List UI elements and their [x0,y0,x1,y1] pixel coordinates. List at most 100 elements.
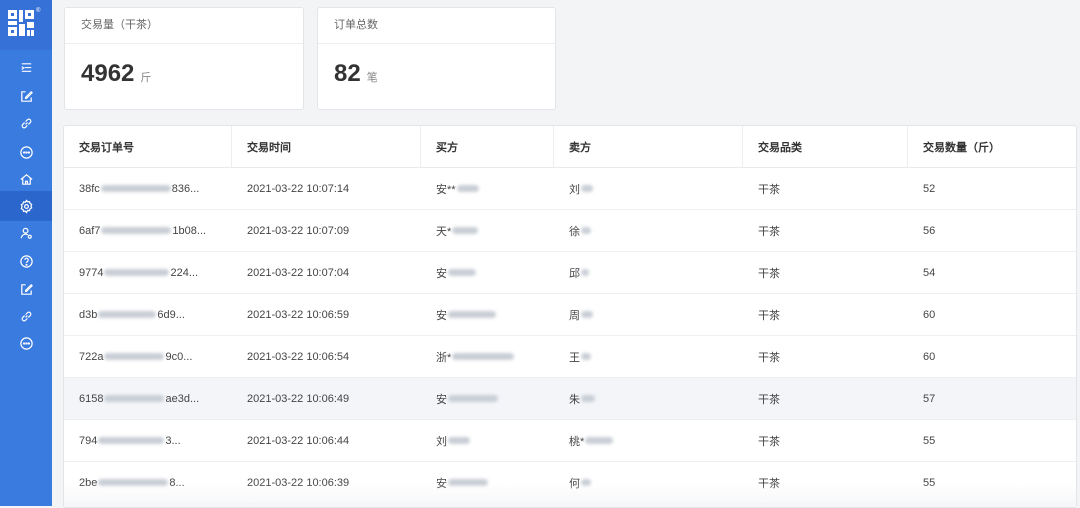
table-row[interactable]: 722a 9c0... 2021-03-22 10:06:54 浙* 王干茶 60 [64,335,1076,378]
stat-value: 82 [334,60,361,87]
cell-seller: 何 [554,461,743,504]
cell-seller: 王 [554,335,743,378]
cell-category: 干茶 [743,335,908,378]
column-header-seller[interactable]: 卖方 [554,126,743,168]
masked-text [452,353,515,360]
stat-unit: 笔 [366,72,378,84]
masked-text [98,479,169,486]
cell-quantity: 55 [908,461,1076,504]
cell-category: 干茶 [743,461,908,504]
cell-category: 干茶 [743,167,908,210]
masked-text [581,227,591,234]
cell-seller: 桃* [554,419,743,462]
table-header-row: 交易订单号 交易时间 买方 卖方 交易品类 交易数量（斤） [64,126,1076,168]
stat-card-volume: 交易量（干茶） 4962 斤 [64,7,304,110]
column-header-order-id[interactable]: 交易订单号 [64,126,232,168]
orders-table: 交易订单号 交易时间 买方 卖方 交易品类 交易数量（斤） 38fc 836...… [64,126,1076,504]
cell-time: 2021-03-22 10:06:54 [232,335,421,378]
sidebar-item-message[interactable] [0,328,52,358]
column-header-time[interactable]: 交易时间 [232,126,421,168]
masked-text [104,269,170,276]
cell-quantity: 52 [908,167,1076,210]
column-header-quantity[interactable]: 交易数量（斤） [908,126,1076,168]
cell-time: 2021-03-22 10:06:49 [232,377,421,420]
cell-seller: 周 [554,293,743,336]
masked-text [98,311,157,318]
cell-quantity: 56 [908,209,1076,252]
cell-buyer: 刘 [421,419,554,462]
sidebar-item-menu-fold[interactable] [0,52,52,82]
masked-text [104,395,165,402]
edit-icon [19,89,34,104]
cell-quantity: 57 [908,377,1076,420]
masked-text [448,479,488,486]
masked-text [104,353,165,360]
cell-category: 干茶 [743,419,908,462]
cell-time: 2021-03-22 10:06:59 [232,293,421,336]
gear-icon [19,198,34,214]
qr-logo-icon[interactable] [8,10,34,36]
table-row[interactable]: 6158 ae3d... 2021-03-22 10:06:49 安朱干茶 57 [64,377,1076,420]
table-row[interactable]: 794 3... 2021-03-22 10:06:44 刘桃* 干茶 55 [64,419,1076,462]
sidebar: ® [0,0,52,506]
masked-text [581,353,591,360]
cell-order-id: 38fc 836... [64,167,232,210]
cell-order-id: 6158 ae3d... [64,377,232,420]
cell-order-id: 6af7 1b08... [64,209,232,252]
masked-text [101,227,172,234]
home-icon [19,172,34,187]
cell-seller: 徐 [554,209,743,252]
masked-text [581,395,595,402]
sidebar-item-help[interactable] [0,246,52,276]
table-row[interactable]: 6af7 1b08... 2021-03-22 10:07:09 天* 徐干茶 56 [64,209,1076,252]
cell-quantity: 54 [908,251,1076,294]
stat-title: 订单总数 [334,19,378,31]
cell-buyer: 安** [421,167,554,210]
table-row[interactable]: 2be 8... 2021-03-22 10:06:39 安何干茶 55 [64,461,1076,504]
cell-seller: 朱 [554,377,743,420]
link-icon [19,116,34,131]
column-header-buyer[interactable]: 买方 [421,126,554,168]
masked-text [448,269,476,276]
orders-table-panel: 交易订单号 交易时间 买方 卖方 交易品类 交易数量（斤） 38fc 836...… [63,125,1077,508]
cell-order-id: 9774 224... [64,251,232,294]
sidebar-item-user-settings[interactable] [0,218,52,248]
sidebar-item-gear[interactable] [0,191,52,221]
sidebar-item-edit[interactable] [0,81,52,111]
masked-text [448,311,496,318]
column-header-category[interactable]: 交易品类 [743,126,908,168]
cell-buyer: 安 [421,251,554,294]
message-icon [19,336,34,351]
cell-buyer: 安 [421,461,554,504]
menu-fold-icon [19,60,34,75]
cell-buyer: 安 [421,377,554,420]
masked-text [581,269,589,276]
cell-category: 干茶 [743,251,908,294]
table-row[interactable]: 38fc 836... 2021-03-22 10:07:14 安** 刘干茶 52 [64,167,1076,210]
sidebar-item-edit[interactable] [0,274,52,304]
sidebar-item-link[interactable] [0,108,52,138]
stat-card-orders: 订单总数 82 笔 [317,7,556,110]
sidebar-item-link[interactable] [0,301,52,331]
sidebar-item-home[interactable] [0,164,52,194]
cell-order-id: 722a 9c0... [64,335,232,378]
cell-buyer: 天* [421,209,554,252]
masked-text [581,185,593,192]
masked-text [448,395,498,402]
cell-category: 干茶 [743,377,908,420]
masked-text [581,311,593,318]
masked-text [98,437,165,444]
table-row[interactable]: d3b 6d9... 2021-03-22 10:06:59 安周干茶 60 [64,293,1076,336]
cell-quantity: 55 [908,419,1076,462]
cell-seller: 刘 [554,167,743,210]
cell-category: 干茶 [743,293,908,336]
table-row[interactable]: 9774 224... 2021-03-22 10:07:04 安邱干茶 54 [64,251,1076,294]
cell-quantity: 60 [908,293,1076,336]
masked-text [100,185,171,192]
masked-text [456,185,479,192]
sidebar-item-message[interactable] [0,137,52,167]
cell-category: 干茶 [743,209,908,252]
user-settings-icon [19,226,34,241]
masked-text [581,479,591,486]
cell-buyer: 安 [421,293,554,336]
